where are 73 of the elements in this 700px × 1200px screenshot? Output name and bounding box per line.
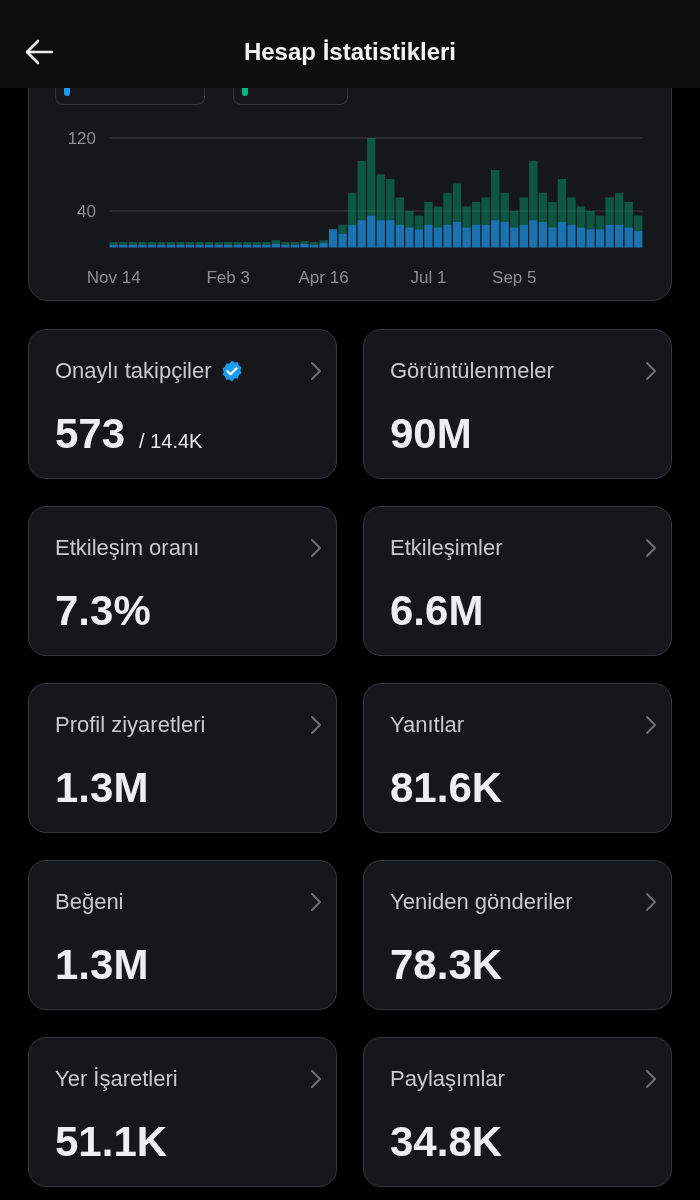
chart-bar [433, 227, 443, 248]
chart-bar [443, 224, 452, 248]
page-title: Hesap İstatistikleri [243, 37, 457, 66]
stat-label: Etkileşim oranı [55, 535, 200, 561]
chart-bar [576, 227, 586, 248]
chart-bar [471, 224, 481, 248]
chart-bar [586, 211, 595, 230]
chevron-icon [645, 538, 657, 558]
chevron-icon [645, 361, 657, 381]
stat-value: 81.6K [390, 764, 503, 812]
stat-value: 1.3M [55, 764, 149, 812]
chart-bar [462, 227, 471, 248]
chart-bar [481, 224, 490, 248]
chevron-icon [645, 1069, 657, 1089]
chart-bar [405, 227, 414, 248]
stat-card[interactable]: Beğeni 1.3M [28, 860, 337, 1010]
stat-value: 90M [390, 410, 472, 458]
legend-chip[interactable] [233, 88, 348, 105]
stat-value: 7.3% [55, 587, 151, 635]
chevron-icon [310, 361, 322, 381]
stat-value: 51.1K [55, 1118, 168, 1166]
stat-card[interactable]: Yeniden gönderiler 78.3K [363, 860, 672, 1010]
chart-bar [634, 231, 643, 248]
chart-bar [471, 201, 481, 225]
stat-card[interactable]: Yer İşaretleri 51.1K [28, 1037, 337, 1187]
chart-bar [414, 229, 424, 248]
stat-value: 1.3M [55, 941, 149, 989]
stat-label: Paylaşımlar [390, 1066, 505, 1092]
chart-bar [395, 224, 404, 248]
stat-label: Yanıtlar [390, 712, 465, 738]
chart-bar [595, 229, 605, 248]
stat-value: 6.6M [390, 587, 484, 635]
chart-bar [624, 227, 633, 248]
chart-bar [519, 224, 528, 248]
stat-card[interactable]: Onaylı takipçiler 573 / 14.4K [28, 329, 337, 479]
stat-card[interactable]: Etkileşim oranı 7.3% [28, 506, 337, 656]
chevron-icon [310, 538, 322, 558]
chart-bar [576, 206, 586, 228]
stat-label: Görüntülenmeler [390, 358, 554, 384]
stat-card[interactable]: Etkileşimler 6.6M [363, 506, 672, 656]
axis-label: Jul 1 [410, 268, 447, 287]
chart-bar [615, 192, 624, 225]
axis-label: 120 [67, 129, 96, 148]
stat-label: Beğeni [55, 889, 124, 915]
axis-label: 40 [77, 202, 96, 221]
chevron-icon [310, 1069, 322, 1089]
stat-label: Profil ziyaretleri [55, 712, 206, 738]
stat-value: 34.8K [390, 1118, 503, 1166]
stat-card[interactable]: Paylaşımlar 34.8K [363, 1037, 672, 1187]
chevron-icon [645, 892, 657, 912]
stat-card[interactable]: Görüntülenmeler 90M [363, 329, 672, 479]
chart-bar [548, 227, 557, 248]
axis-label: Feb 3 [206, 268, 250, 287]
chevron-icon [645, 715, 657, 735]
chevron-icon [310, 892, 322, 912]
chart-bar [510, 227, 519, 248]
stat-card[interactable]: Profil ziyaretleri 1.3M [28, 683, 337, 833]
axis-label: Nov 14 [86, 268, 141, 287]
stat-card[interactable]: Yanıtlar 81.6K [363, 683, 672, 833]
chart-bar [586, 229, 595, 248]
stat-label: Yer İşaretleri [55, 1066, 178, 1092]
stat-label: Onaylı takipçiler [55, 358, 212, 384]
axis-label: Sep 5 [492, 268, 537, 287]
stat-label: Yeniden gönderiler [390, 889, 573, 915]
stat-value: 78.3K [390, 941, 503, 989]
stat-total: / 14.4K [139, 430, 203, 453]
stat-value: 573 [55, 410, 126, 458]
axis-label: Apr 16 [298, 268, 349, 287]
stat-label: Etkileşimler [390, 535, 503, 561]
back-arrow-icon[interactable] [24, 39, 54, 65]
chevron-icon [310, 715, 322, 735]
chart-bar [567, 224, 576, 248]
chart-bar [615, 224, 624, 248]
